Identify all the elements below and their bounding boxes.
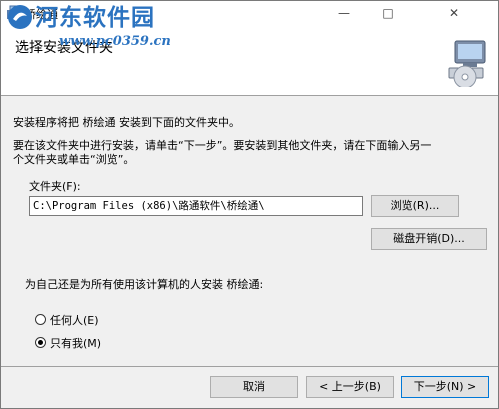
watermark-url: www.pc0359.cn bbox=[59, 34, 171, 49]
radio-everyone[interactable] bbox=[35, 314, 46, 325]
instructions-text-line2: 个文件夹或单击“浏览”。 bbox=[13, 153, 135, 166]
installer-window: 桥绘通 — □ ✕ 选择安装文件夹 河东软件园 www.pc0359.cn 安装… bbox=[0, 0, 499, 409]
browse-button[interactable]: 浏览(R)... bbox=[371, 195, 459, 217]
minimize-icon: — bbox=[338, 6, 350, 20]
next-button[interactable]: 下一步(N) > bbox=[401, 376, 489, 398]
disk-cost-button[interactable]: 磁盘开销(D)... bbox=[371, 228, 487, 250]
radio-just-me-label[interactable]: 只有我(M) bbox=[50, 335, 101, 351]
maximize-icon: □ bbox=[382, 6, 394, 20]
radio-everyone-label[interactable]: 任何人(E) bbox=[50, 312, 99, 328]
footer-divider bbox=[1, 366, 498, 367]
maximize-button[interactable]: □ bbox=[366, 1, 410, 25]
cancel-button[interactable]: 取消 bbox=[210, 376, 298, 398]
folder-path-input[interactable]: C:\Program Files (x86)\路通软件\桥绘通\ bbox=[29, 196, 363, 216]
intro-text: 安装程序将把 桥绘通 安装到下面的文件夹中。 bbox=[13, 116, 240, 129]
install-for-question: 为自己还是为所有使用该计算机的人安装 桥绘通: bbox=[25, 278, 264, 291]
folder-label: 文件夹(F): bbox=[29, 180, 81, 193]
computer-disk-icon bbox=[448, 40, 486, 87]
close-button[interactable]: ✕ bbox=[410, 1, 498, 25]
watermark-logo-icon bbox=[8, 5, 32, 29]
watermark-site-name: 河东软件园 bbox=[35, 4, 155, 31]
minimize-button[interactable]: — bbox=[322, 1, 366, 25]
main-content: 安装程序将把 桥绘通 安装到下面的文件夹中。 要在该文件夹中进行安装，请单击“下… bbox=[1, 96, 498, 366]
radio-just-me[interactable] bbox=[35, 337, 46, 348]
back-button[interactable]: < 上一步(B) bbox=[306, 376, 394, 398]
close-icon: ✕ bbox=[448, 6, 460, 20]
